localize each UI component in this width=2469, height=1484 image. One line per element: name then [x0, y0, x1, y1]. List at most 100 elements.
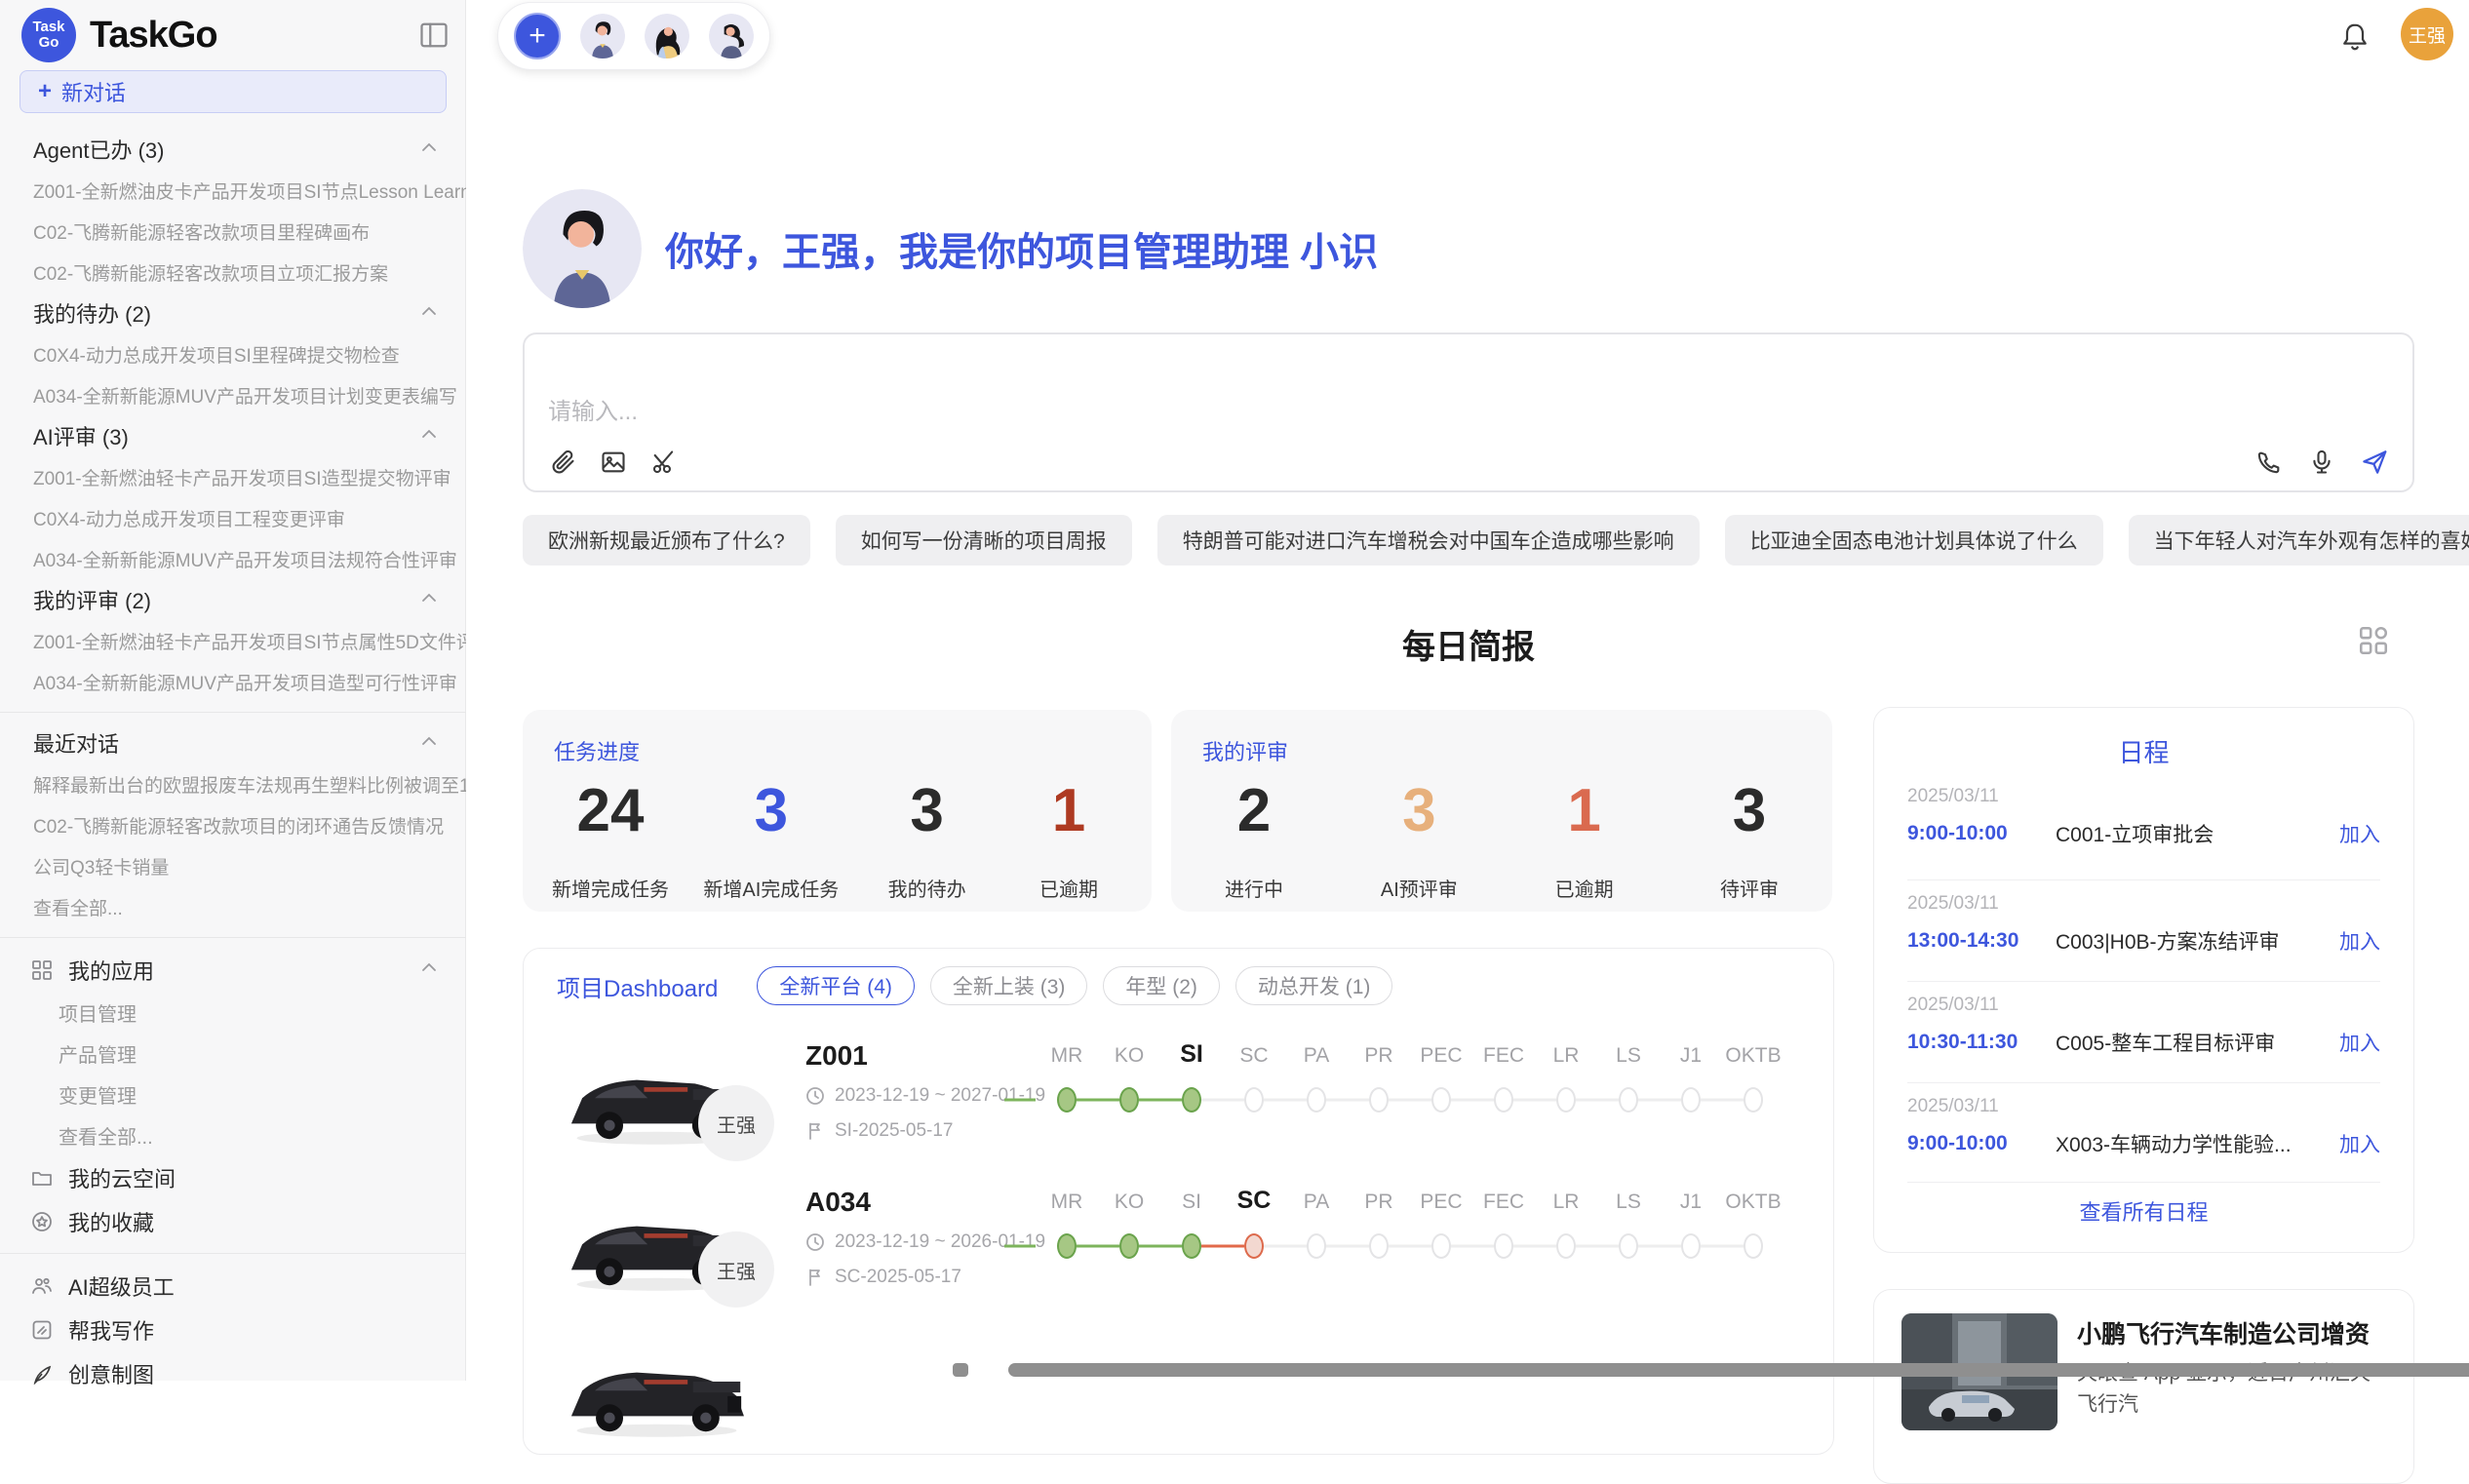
recent-view-all[interactable]: 查看全部... — [0, 886, 466, 927]
section-my-review[interactable]: 我的评审 (2) — [0, 579, 466, 620]
tab-new-platform[interactable]: 全新平台 (4) — [757, 966, 915, 1005]
list-item[interactable]: A034-全新新能源MUV产品开发项目法规符合性评审 — [0, 538, 466, 579]
list-item[interactable]: Z001-全新燃油皮卡产品开发项目SI节点Lesson Learn报告 — [0, 170, 466, 211]
section-my-todo[interactable]: 我的待办 (2) — [0, 293, 466, 333]
milestone-label: J1 — [1660, 1044, 1722, 1068]
card-title: 任务进度 — [554, 735, 640, 766]
suggestion-chip[interactable]: 当下年轻人对汽车外观有怎样的喜好趋势 — [2129, 515, 2469, 566]
chevron-up-icon[interactable] — [421, 142, 437, 152]
section-my-apps[interactable]: 我的应用 — [0, 948, 466, 992]
project-milestone-flag: SI-2025-05-17 — [805, 1120, 1045, 1142]
divider — [0, 712, 466, 713]
schedule-time: 9:00-10:00 — [1907, 1132, 2056, 1155]
avatar[interactable] — [645, 14, 689, 59]
project-owner-avatar: 王强 — [698, 1231, 774, 1308]
divider — [1907, 879, 2380, 880]
stat-overdue: 1 已逾期 — [1015, 774, 1122, 902]
apps-view-all[interactable]: 查看全部... — [0, 1114, 466, 1155]
user-avatar[interactable]: 王强 — [2401, 8, 2453, 60]
chevron-up-icon[interactable] — [421, 429, 437, 439]
milestone-lead-line — [1004, 1245, 1036, 1248]
suggestion-chip[interactable]: 如何写一份清晰的项目周报 — [836, 515, 1132, 566]
writing-icon — [31, 1319, 53, 1341]
milestone-label: SC — [1223, 1187, 1285, 1215]
ai-super-staff[interactable]: AI超级员工 — [0, 1264, 466, 1308]
tab-powertrain-dev[interactable]: 动总开发 (1) — [1235, 966, 1393, 1005]
join-button[interactable]: 加入 — [2339, 819, 2380, 848]
notification-bell-icon[interactable] — [2340, 21, 2370, 53]
milestone-label: PEC — [1410, 1191, 1472, 1214]
section-recent-chats[interactable]: 最近对话 — [0, 722, 466, 763]
microphone-icon[interactable] — [2307, 448, 2336, 477]
send-icon[interactable] — [2360, 448, 2389, 477]
join-button[interactable]: 加入 — [2339, 926, 2380, 956]
schedule-time: 10:30-11:30 — [1907, 1031, 2056, 1054]
section-ai-review[interactable]: AI评审 (3) — [0, 415, 466, 456]
list-item[interactable]: Z001-全新燃油轻卡产品开发项目SI节点属性5D文件评审 — [0, 620, 466, 661]
suggestion-chip[interactable]: 特朗普可能对进口汽车增税会对中国车企造成哪些影响 — [1157, 515, 1700, 566]
chevron-up-icon[interactable] — [421, 306, 437, 316]
my-cloud-space[interactable]: 我的云空间 — [0, 1155, 466, 1199]
sidebar-lists: Agent已办 (3) Z001-全新燃油皮卡产品开发项目SI节点Lesson … — [0, 129, 466, 1395]
schedule-time: 13:00-14:30 — [1907, 929, 2056, 953]
schedule-date: 2025/03/11 — [1907, 786, 2380, 807]
my-favorites[interactable]: 我的收藏 — [0, 1199, 466, 1243]
milestone-label: KO — [1098, 1191, 1160, 1214]
horizontal-scrollbar-fragment[interactable] — [953, 1363, 968, 1377]
view-all-schedule-link[interactable]: 查看所有日程 — [1874, 1195, 2413, 1227]
list-item[interactable]: A034-全新新能源MUV产品开发项目造型可行性评审 — [0, 661, 466, 702]
section-agent-done[interactable]: Agent已办 (3) — [0, 129, 466, 170]
avatar[interactable] — [709, 14, 754, 59]
my-review-card: 我的评审 2 进行中 3 AI预评审 1 已逾期 3 待评审 — [1171, 710, 1832, 912]
schedule-item: 2025/03/11 9:00-10:00 X003-车辆动力学性能验... 加… — [1907, 1096, 2380, 1158]
logo-text-2: Go — [39, 35, 59, 51]
tab-model-year[interactable]: 年型 (2) — [1103, 966, 1220, 1005]
attachment-icon[interactable] — [548, 448, 577, 477]
message-input[interactable] — [548, 399, 2011, 426]
list-item[interactable]: C0X4-动力总成开发项目SI里程碑提交物检查 — [0, 333, 466, 374]
briefing-layout-icon[interactable] — [2357, 624, 2392, 659]
chevron-up-icon[interactable] — [421, 736, 437, 746]
scissors-icon[interactable] — [649, 448, 679, 477]
project-row[interactable]: 王强 A034 2023-12-19 ~ 2026-01-19 SC-2025-… — [557, 1181, 1802, 1327]
tab-new-body[interactable]: 全新上装 (3) — [930, 966, 1088, 1005]
horizontal-scrollbar[interactable] — [1008, 1363, 2469, 1377]
schedule-item: 2025/03/11 9:00-10:00 C001-立项审批会 加入 — [1907, 786, 2380, 848]
composer-left-icons — [548, 448, 679, 477]
add-conversation-button[interactable]: + — [514, 13, 561, 59]
milestone-label: PEC — [1410, 1044, 1472, 1068]
milestone-lead-line — [1004, 1099, 1036, 1102]
milestone-label: J1 — [1660, 1191, 1722, 1214]
new-chat-button[interactable]: + 新对话 — [20, 70, 447, 113]
news-card[interactable]: 小鹏飞行汽车制造公司增资 天眼查 App 显示，近日广州汇天飞行汽 — [1873, 1289, 2414, 1484]
chevron-up-icon[interactable] — [421, 593, 437, 603]
list-item[interactable]: C02-飞腾新能源轻客改款项目的闭环通告反馈情况 — [0, 804, 466, 845]
phone-icon[interactable] — [2254, 448, 2284, 477]
join-button[interactable]: 加入 — [2339, 1028, 2380, 1057]
suggestion-chip[interactable]: 比亚迪全固态电池计划具体说了什么 — [1725, 515, 2103, 566]
help-me-write[interactable]: 帮我写作 — [0, 1308, 466, 1351]
schedule-date: 2025/03/11 — [1907, 995, 2380, 1016]
list-item[interactable]: C0X4-动力总成开发项目工程变更评审 — [0, 497, 466, 538]
chevron-up-icon[interactable] — [421, 962, 437, 972]
app-item-project-mgmt[interactable]: 项目管理 — [0, 992, 466, 1033]
quill-pen-icon — [31, 1363, 53, 1385]
suggestion-chip[interactable]: 欧洲新规最近颁布了什么? — [523, 515, 810, 566]
creative-drawing[interactable]: 创意制图 — [0, 1351, 466, 1395]
list-item[interactable]: A034-全新新能源MUV产品开发项目计划变更表编写 — [0, 374, 466, 415]
avatar[interactable] — [580, 14, 625, 59]
sidebar-collapse-icon[interactable] — [419, 21, 449, 49]
list-item[interactable]: Z001-全新燃油轻卡产品开发项目SI造型提交物评审 — [0, 456, 466, 497]
milestone-label: PA — [1285, 1191, 1348, 1214]
task-progress-card: 任务进度 24 新增完成任务 3 新增AI完成任务 3 我的待办 1 已逾期 — [523, 710, 1152, 912]
app-item-change-mgmt[interactable]: 变更管理 — [0, 1074, 466, 1114]
list-item[interactable]: 解释最新出台的欧盟报废车法规再生塑料比例被调至15%... — [0, 763, 466, 804]
app-item-product-mgmt[interactable]: 产品管理 — [0, 1033, 466, 1074]
join-button[interactable]: 加入 — [2339, 1129, 2380, 1158]
list-item[interactable]: C02-飞腾新能源轻客改款项目里程碑画布 — [0, 211, 466, 252]
project-row[interactable]: 王强 Z001 2023-12-19 ~ 2027-01-19 SI-2025-… — [557, 1035, 1802, 1181]
project-row-partial[interactable] — [557, 1327, 1802, 1473]
list-item[interactable]: C02-飞腾新能源轻客改款项目立项汇报方案 — [0, 252, 466, 293]
image-icon[interactable] — [599, 448, 628, 477]
list-item[interactable]: 公司Q3轻卡销量 — [0, 845, 466, 886]
